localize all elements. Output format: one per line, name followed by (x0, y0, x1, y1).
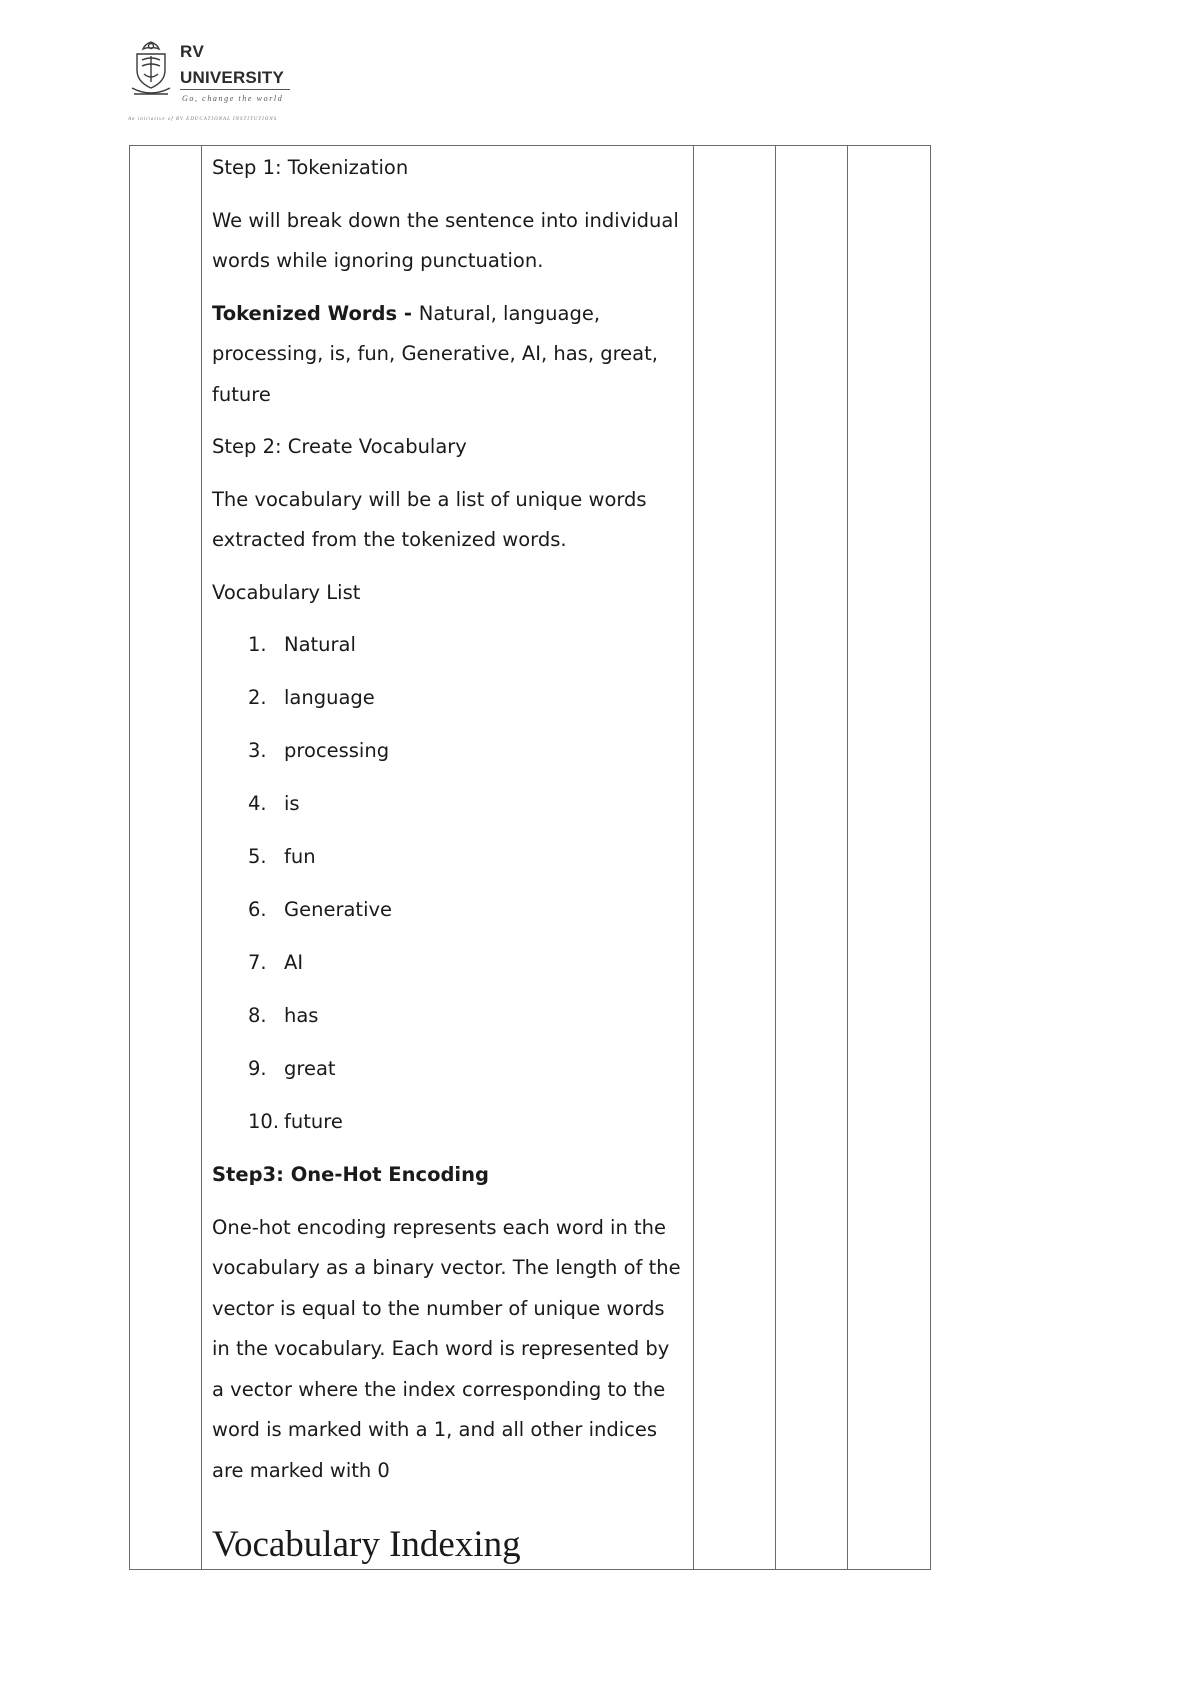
tokenized-words-label: Tokenized Words - (212, 301, 419, 325)
logo-word-university: UNIVERSITY (180, 68, 285, 87)
list-item: 4. is (212, 784, 683, 837)
list-item-number: 8. (248, 1004, 267, 1027)
list-item: 10. future (212, 1102, 683, 1155)
list-item-number: 6. (248, 898, 267, 921)
step3-description: One-hot encoding represents each word in… (212, 1215, 681, 1482)
step3-title: Step3: One-Hot Encoding (212, 1163, 489, 1186)
tokenized-words-paragraph: Tokenized Words - Natural, language, pro… (212, 294, 683, 416)
content-table: Step 1: Tokenization We will break down … (129, 145, 931, 1570)
step1-title: Step 1: Tokenization (212, 156, 409, 179)
content-table-wrapper: Step 1: Tokenization We will break down … (129, 145, 931, 1570)
table-cell-empty (847, 145, 931, 1570)
list-item-word: Natural (284, 633, 356, 656)
table-cell-empty (775, 145, 848, 1570)
step1-description: We will break down the sentence into ind… (212, 208, 679, 273)
logo-tagline: Go, change the world (182, 94, 284, 103)
vocabulary-list-title: Vocabulary List (212, 580, 361, 604)
university-logo: RV UNIVERSITY Go, change the world An in… (128, 38, 298, 128)
step2-description: The vocabulary will be a list of unique … (212, 487, 647, 552)
list-item-word: processing (284, 739, 390, 762)
list-item: 2. language (212, 678, 683, 731)
list-item-number: 9. (248, 1057, 267, 1080)
list-item: 3. processing (212, 731, 683, 784)
table-cell-empty (693, 145, 776, 1570)
emblem-icon (131, 41, 171, 95)
step2-title: Step 2: Create Vocabulary (212, 435, 467, 458)
list-item-number: 10. (248, 1110, 280, 1133)
list-item-word: language (284, 686, 375, 709)
list-item: 1. Natural (212, 625, 683, 678)
list-item-number: 5. (248, 845, 267, 868)
list-item-word: AI (284, 951, 304, 974)
list-item-number: 2. (248, 686, 267, 709)
list-item-word: great (284, 1057, 336, 1080)
list-item-word: is (284, 792, 300, 815)
list-item-number: 4. (248, 792, 267, 815)
list-item-word: fun (284, 845, 316, 868)
list-item: 5. fun (212, 837, 683, 890)
list-item: 6. Generative (212, 890, 683, 943)
list-item-number: 3. (248, 739, 267, 762)
logo-divider (180, 89, 290, 90)
logo-word-rv: RV (180, 42, 205, 61)
list-item-number: 7. (248, 951, 267, 974)
table-cell-content: Step 1: Tokenization We will break down … (201, 145, 694, 1570)
vocabulary-list: 1. Natural 2. language 3. processing 4. is 5… (212, 625, 683, 1155)
table-cell-empty (129, 145, 202, 1570)
list-item-word: Generative (284, 898, 393, 921)
table-row: Step 1: Tokenization We will break down … (129, 145, 931, 1570)
list-item: 8. has (212, 996, 683, 1049)
vocabulary-indexing-heading: Vocabulary Indexing (212, 1524, 521, 1565)
step-content: Step 1: Tokenization We will break down … (202, 146, 693, 1569)
list-item-word: has (284, 1004, 319, 1027)
list-item: 7. AI (212, 943, 683, 996)
list-item-number: 1. (248, 633, 267, 656)
logo-initiative-text: An initiative of RV EDUCATIONAL INSTITUT… (128, 117, 278, 122)
list-item: 9. great (212, 1049, 683, 1102)
list-item-word: future (284, 1110, 343, 1133)
